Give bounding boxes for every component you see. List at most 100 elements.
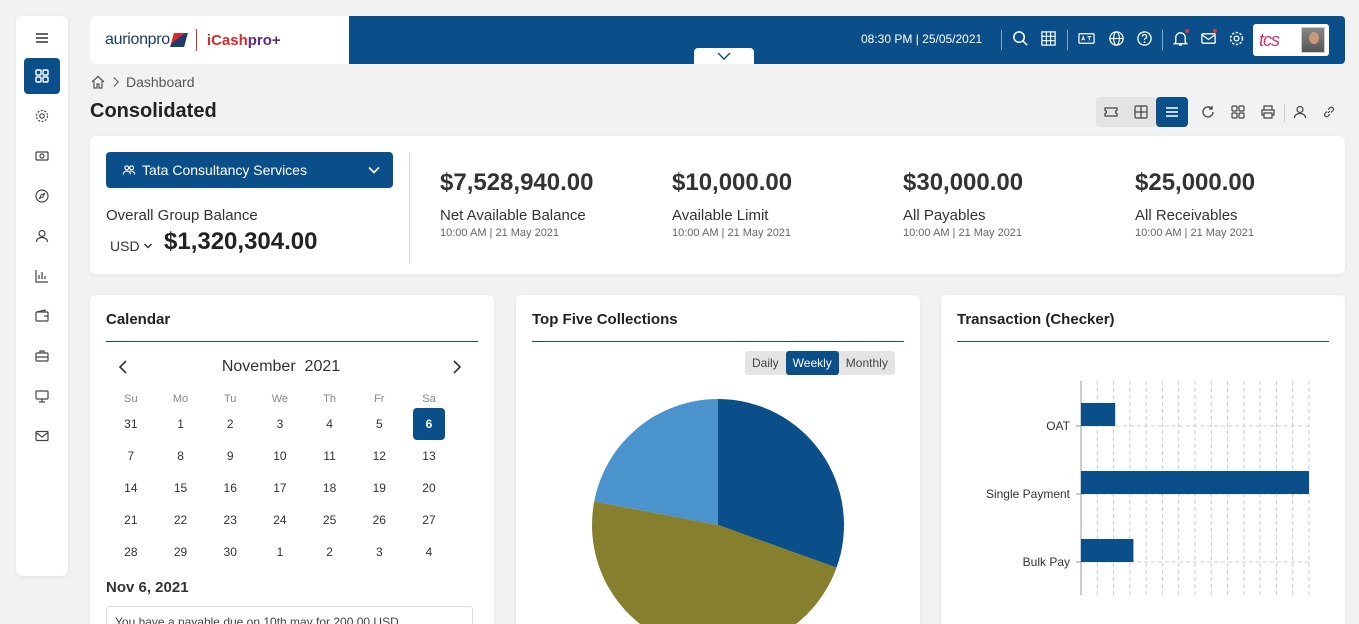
calendar-day[interactable]: 18 xyxy=(305,481,355,495)
calendar-day[interactable]: 2 xyxy=(305,545,355,559)
weekday-label: Su xyxy=(124,393,138,405)
calendar-day[interactable]: 3 xyxy=(354,545,404,559)
bar[interactable] xyxy=(1081,539,1134,562)
weekday-label: Th xyxy=(323,393,337,405)
calendar-day[interactable]: 19 xyxy=(354,481,404,495)
period-weekly-button[interactable]: Weekly xyxy=(785,351,839,375)
calendar-day[interactable]: 22 xyxy=(156,513,206,527)
dashboard-icon xyxy=(35,69,49,83)
overall-balance-value: $1,320,304.00 xyxy=(164,228,318,255)
calendar-day[interactable]: 7 xyxy=(106,449,156,463)
notifications-button[interactable] xyxy=(1170,28,1190,48)
user-icon xyxy=(35,229,49,243)
calendar-day[interactable]: 10 xyxy=(255,449,305,463)
sidebar-item-user[interactable] xyxy=(24,218,60,254)
print-button[interactable] xyxy=(1259,103,1277,121)
avatar xyxy=(1301,27,1325,53)
calendar-day[interactable]: 30 xyxy=(205,545,255,559)
next-month-button[interactable] xyxy=(452,359,462,380)
calendar-day[interactable]: 4 xyxy=(404,545,454,559)
calendar-day[interactable]: 5 xyxy=(354,417,404,431)
card-view-button[interactable] xyxy=(1096,97,1126,127)
calendar-day[interactable]: 13 xyxy=(404,449,454,463)
home-icon[interactable] xyxy=(90,74,106,90)
calendar-day[interactable]: 17 xyxy=(255,481,305,495)
calendar-day[interactable]: 9 xyxy=(205,449,255,463)
list-icon xyxy=(1166,107,1178,117)
calendar-day[interactable]: 1 xyxy=(255,545,305,559)
ticket-icon xyxy=(1104,107,1118,117)
calendar-day[interactable]: 14 xyxy=(106,481,156,495)
grid-view-button[interactable] xyxy=(1126,97,1156,127)
top-header: aurionpro iCashpro+ 08:30 PM | 25/05/202… xyxy=(90,16,1345,64)
calendar-day[interactable]: 24 xyxy=(255,513,305,527)
calendar-day[interactable]: 20 xyxy=(404,481,454,495)
help-button[interactable] xyxy=(1134,28,1154,48)
category-label: OAT xyxy=(1046,419,1070,433)
sidebar-item-settings[interactable] xyxy=(24,98,60,134)
calendar-day-selected[interactable]: 6 xyxy=(404,408,454,440)
icashpro-logo: iCashpro+ xyxy=(206,31,281,49)
calendar-day[interactable]: 25 xyxy=(305,513,355,527)
metric-value: $25,000.00 xyxy=(1135,169,1256,196)
calendar-day[interactable]: 27 xyxy=(404,513,454,527)
sidebar-item-monitor[interactable] xyxy=(24,378,60,414)
calendar-day[interactable]: 3 xyxy=(255,417,305,431)
calendar-day[interactable]: 23 xyxy=(205,513,255,527)
sidebar-item-wallet[interactable] xyxy=(24,298,60,334)
header-collapse-toggle[interactable] xyxy=(694,48,754,64)
language-translate-button[interactable] xyxy=(1076,28,1096,48)
refresh-icon xyxy=(1202,106,1214,118)
currency-select[interactable]: USD xyxy=(110,238,153,254)
sidebar-item-mail[interactable] xyxy=(24,418,60,454)
refresh-button[interactable] xyxy=(1199,103,1217,121)
period-daily-button[interactable]: Daily xyxy=(745,351,786,375)
category-label: Single Payment xyxy=(986,487,1071,501)
calendar-day[interactable]: 16 xyxy=(205,481,255,495)
company-dropdown[interactable]: Tata Consultancy Services xyxy=(106,152,393,188)
calendar-day[interactable]: 1 xyxy=(156,417,206,431)
apps-button[interactable] xyxy=(1038,28,1058,48)
breadcrumb-current: Dashboard xyxy=(126,74,195,90)
help-icon xyxy=(1136,30,1152,46)
sidebar-item-portfolio[interactable] xyxy=(24,338,60,374)
list-view-button[interactable] xyxy=(1156,97,1188,127)
calendar-week-row: 21 22 23 24 25 26 27 xyxy=(106,504,472,536)
logo[interactable]: aurionpro iCashpro+ xyxy=(90,16,349,64)
calendar-day[interactable]: 15 xyxy=(156,481,206,495)
sidebar-item-reports[interactable] xyxy=(24,258,60,294)
sidebar-item-cash[interactable] xyxy=(24,138,60,174)
bar[interactable] xyxy=(1081,403,1116,426)
link-button[interactable] xyxy=(1320,103,1338,121)
language-button[interactable] xyxy=(1106,28,1126,48)
period-monthly-button[interactable]: Monthly xyxy=(839,351,895,375)
calendar-day[interactable]: 8 xyxy=(156,449,206,463)
bar[interactable] xyxy=(1081,471,1309,494)
calendar-week-row: 14 15 16 17 18 19 20 xyxy=(106,472,472,504)
messages-button[interactable] xyxy=(1198,28,1218,48)
calendar-day[interactable]: 29 xyxy=(156,545,206,559)
report-icon xyxy=(35,270,48,283)
menu-icon[interactable] xyxy=(24,20,60,56)
calendar-day[interactable]: 31 xyxy=(106,417,156,431)
calendar-day[interactable]: 4 xyxy=(305,417,355,431)
profile-badge[interactable]: tcs xyxy=(1253,24,1329,56)
calendar-month-label: November 2021 xyxy=(221,358,341,375)
calendar-day[interactable]: 28 xyxy=(106,545,156,559)
sidebar-item-explore[interactable] xyxy=(24,178,60,214)
calendar-day[interactable]: 2 xyxy=(205,417,255,431)
search-button[interactable] xyxy=(1010,28,1030,48)
link-icon xyxy=(1324,106,1334,118)
calendar-day[interactable]: 11 xyxy=(305,449,355,463)
page-title: Consolidated xyxy=(90,100,217,122)
calendar-day[interactable]: 26 xyxy=(354,513,404,527)
compass-icon xyxy=(35,189,49,203)
user-profile-button[interactable] xyxy=(1291,103,1309,121)
calendar-day[interactable]: 21 xyxy=(106,513,156,527)
calendar-day[interactable]: 12 xyxy=(354,449,404,463)
calendar-week-row: 28 29 30 1 2 3 4 xyxy=(106,536,472,568)
sidebar-item-dashboard[interactable] xyxy=(24,58,60,94)
settings-button[interactable] xyxy=(1226,28,1246,48)
gear-icon xyxy=(1229,31,1243,45)
widgets-button[interactable] xyxy=(1229,103,1247,121)
